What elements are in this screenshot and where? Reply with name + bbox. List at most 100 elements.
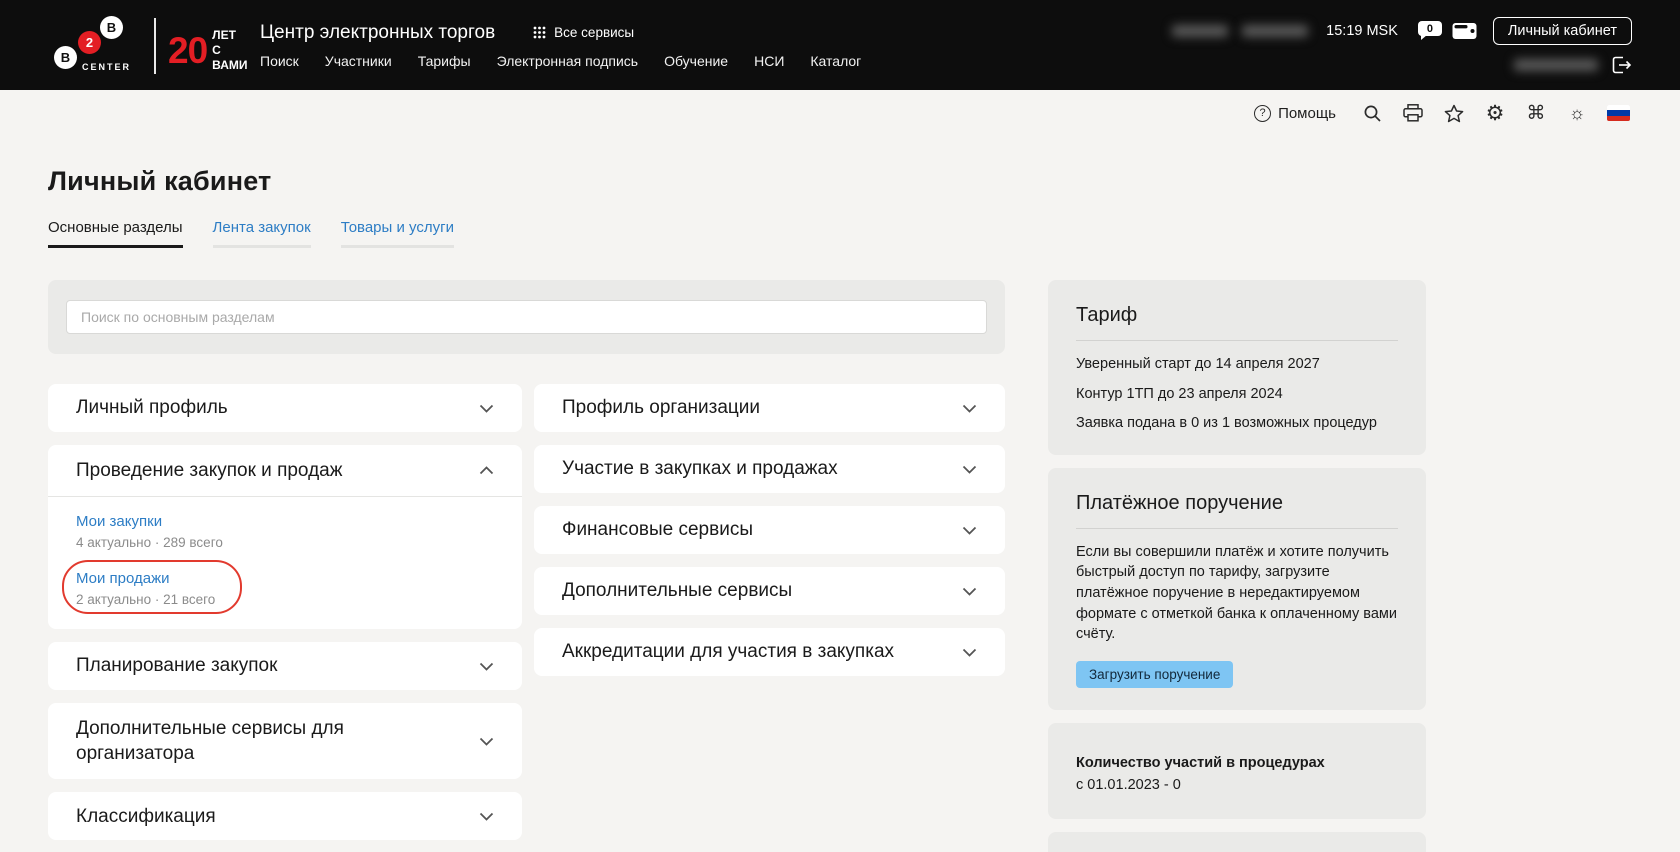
section-accreditations: Аккредитации для участия в закупках [534, 628, 1005, 676]
chevron-down-icon [962, 465, 977, 474]
tab-procurement-feed[interactable]: Лента закупок [212, 219, 311, 248]
wallet-icon[interactable] [1452, 22, 1477, 40]
shortcuts-command-icon[interactable]: ⌘ [1525, 104, 1547, 123]
section-organization-profile: Профиль организации [534, 384, 1005, 432]
my-purchases-counts: 4 актуально · 289 всего [76, 535, 223, 550]
my-sales-link[interactable]: Мои продажи [76, 570, 170, 587]
tariff-card: Тариф Уверенный старт до 14 апреля 2027 … [1048, 280, 1426, 455]
divider [1076, 340, 1398, 341]
chevron-down-icon [479, 404, 494, 413]
main-content: Личный кабинет Основные разделы Лента за… [0, 166, 1680, 852]
section-title: Личный профиль [76, 397, 228, 419]
section-classification-header[interactable]: Классификация [48, 792, 522, 840]
messages-icon[interactable]: 0 [1417, 21, 1442, 40]
section-search-input[interactable] [66, 300, 987, 334]
payment-order-card: Платёжное поручение Если вы совершили пл… [1048, 467, 1426, 710]
redacted-org-name [1172, 24, 1229, 37]
section-organizer-services-header[interactable]: Дополнительные сервисы для организатора [48, 703, 522, 779]
section-conducting-purchases-sales: Проведение закупок и продаж Мои закупки … [48, 445, 522, 629]
section-title: Аккредитации для участия в закупках [562, 641, 895, 663]
section-accreditations-header[interactable]: Аккредитации для участия в закупках [534, 628, 1005, 676]
tariff-line: Заявка подана в 0 из 1 возможных процеду… [1076, 414, 1377, 431]
upload-payment-order-button[interactable]: Загрузить поручение [1076, 660, 1234, 688]
nav-search[interactable]: Поиск [260, 53, 299, 69]
nav-nsi[interactable]: НСИ [754, 53, 784, 69]
section-personal-profile-header[interactable]: Личный профиль [48, 384, 522, 432]
chevron-down-icon [479, 812, 494, 821]
section-title: Планирование закупок [76, 655, 278, 677]
logo-divider [154, 18, 156, 74]
chat-tail [1420, 35, 1427, 40]
nav-tariffs[interactable]: Тарифы [418, 53, 471, 69]
help-button[interactable]: ? Помощь [1254, 104, 1336, 122]
tab-bar: Основные разделы Лента закупок Товары и … [48, 219, 1632, 248]
section-title: Проведение закупок и продаж [76, 459, 343, 481]
section-organization-profile-header[interactable]: Профиль организации [534, 384, 1005, 432]
nav-education[interactable]: Обучение [664, 53, 728, 69]
section-classification: Классификация [48, 792, 522, 841]
chevron-down-icon [479, 662, 494, 671]
section-organizer-services: Дополнительные сервисы для организатора [48, 703, 522, 780]
logo-letter-b: B [100, 16, 123, 39]
logo-anniversary: 20 ЛЕТ С ВАМИ [168, 28, 248, 73]
tariff-title: Тариф [1076, 304, 1138, 326]
tab-goods-services[interactable]: Товары и услуги [340, 219, 454, 248]
settings-gear-icon[interactable]: ⚙ [1484, 103, 1506, 124]
favorites-star-icon[interactable] [1443, 104, 1465, 123]
nav-catalog[interactable]: Каталог [810, 53, 861, 69]
top-header: B 2 B CENTER 20 ЛЕТ С ВАМИ Центр электро… [0, 0, 1680, 90]
tariff-line: Уверенный старт до 14 апреля 2027 [1076, 356, 1320, 372]
nav-participants[interactable]: Участники [325, 53, 392, 69]
section-title: Финансовые сервисы [562, 519, 753, 541]
page-title: Личный кабинет [48, 166, 272, 196]
main-nav: Поиск Участники Тарифы Электронная подпи… [260, 53, 861, 69]
redacted-account-number [1242, 24, 1309, 37]
logo-digit-2: 2 [78, 31, 101, 54]
section-procurement-planning-header[interactable]: Планирование закупок [48, 642, 522, 690]
my-purchases-link[interactable]: Мои закупки [76, 513, 162, 530]
payment-order-title: Платёжное поручение [1076, 491, 1283, 514]
chevron-down-icon [479, 737, 494, 746]
e-signature-card: Электронная подпись [1048, 831, 1426, 852]
nav-esignature[interactable]: Электронная подпись [497, 53, 638, 69]
logo-years-text: ЛЕТ С ВАМИ [212, 28, 248, 72]
section-personal-profile: Личный профиль [48, 384, 522, 432]
section-additional-services-header[interactable]: Дополнительные сервисы [534, 567, 1005, 615]
personal-cabinet-button[interactable]: Личный кабинет [1492, 16, 1632, 45]
grid-icon [533, 26, 546, 39]
participations-value: с 01.01.2023 - 0 [1076, 776, 1181, 793]
theme-brightness-icon[interactable]: ☼ [1566, 104, 1588, 122]
section-title: Участие в закупках и продажах [562, 458, 838, 480]
tab-main-sections[interactable]: Основные разделы [48, 219, 183, 248]
sections-column-right: Профиль организации Участие в закупках и… [534, 384, 1005, 689]
search-icon[interactable] [1361, 104, 1383, 123]
logo-letter-b: B [54, 46, 77, 69]
question-circle-icon: ? [1254, 104, 1272, 122]
print-icon[interactable] [1402, 104, 1424, 122]
messages-count-badge: 0 [1417, 21, 1442, 36]
chevron-down-icon [962, 648, 977, 657]
section-title: Дополнительные сервисы для организатора [76, 718, 344, 765]
b2b-center-logo[interactable]: B 2 B CENTER 20 ЛЕТ С ВАМИ [42, 6, 248, 84]
all-services-label: Все сервисы [554, 25, 635, 40]
divider [1076, 527, 1398, 529]
all-services-button[interactable]: Все сервисы [533, 25, 634, 40]
my-sales-counts: 2 актуально · 21 всего [76, 592, 216, 607]
list-item-my-sales: Мои продажи 2 актуально · 21 всего [62, 560, 494, 614]
section-additional-services: Дополнительные сервисы [534, 567, 1005, 615]
payment-order-description: Если вы совершили платёж и хотите получи… [1076, 543, 1397, 643]
participations-title: Количество участий в процедурах [1076, 754, 1325, 771]
logout-icon[interactable] [1612, 56, 1632, 74]
list-item-my-purchases: Мои закупки 4 актуально · 289 всего [76, 509, 494, 556]
section-participation: Участие в закупках и продажах [534, 445, 1005, 493]
section-financial-services: Финансовые сервисы [534, 506, 1005, 554]
section-conducting-header[interactable]: Проведение закупок и продаж [48, 445, 522, 497]
product-title: Центр электронных торгов [260, 21, 496, 43]
language-flag-ru-icon[interactable] [1607, 105, 1630, 121]
chevron-down-icon [962, 404, 977, 413]
sections-column-left: Личный профиль Проведение закупок и прод… [48, 384, 522, 852]
help-label: Помощь [1278, 104, 1336, 122]
section-financial-services-header[interactable]: Финансовые сервисы [534, 506, 1005, 554]
section-participation-header[interactable]: Участие в закупках и продажах [534, 445, 1005, 493]
section-title: Дополнительные сервисы [562, 580, 793, 602]
